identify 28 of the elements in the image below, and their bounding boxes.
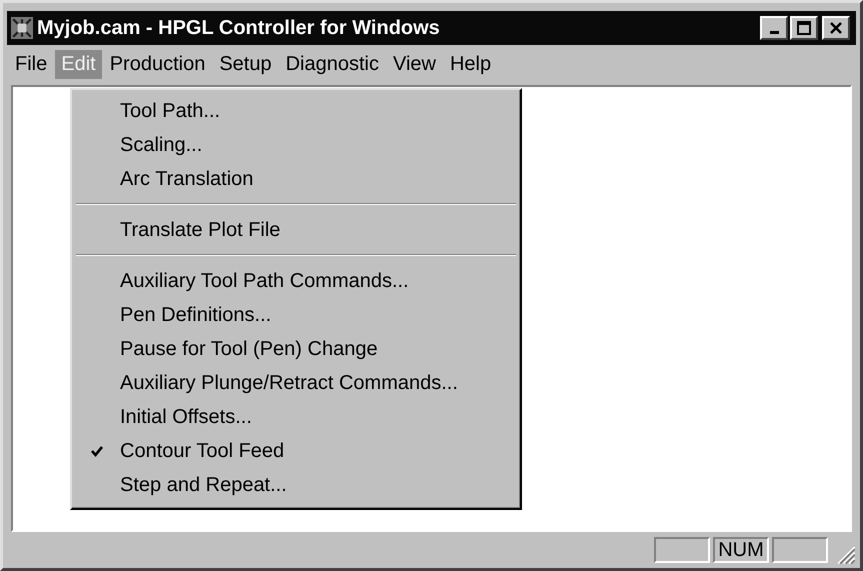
menu-bar-item[interactable]: Production: [104, 50, 212, 78]
maximize-button[interactable]: [790, 16, 818, 40]
app-icon: [11, 17, 33, 39]
menu-bar-item[interactable]: File: [9, 50, 54, 78]
menu-bar-item[interactable]: Help: [444, 50, 498, 78]
menu-item[interactable]: Pen Definitions...: [74, 298, 518, 332]
close-button[interactable]: [822, 16, 850, 40]
status-panel: NUM: [713, 537, 769, 563]
window-title: Myjob.cam - HPGL Controller for Windows: [37, 16, 441, 40]
menu-bar-item[interactable]: View: [386, 50, 442, 78]
menu-item[interactable]: Translate Plot File: [74, 213, 518, 247]
status-panel: [654, 537, 710, 563]
menu-bar-item[interactable]: Setup: [213, 50, 278, 78]
close-icon: [829, 21, 843, 35]
status-panel: [772, 537, 828, 563]
menu-item[interactable]: Scaling...: [74, 128, 518, 162]
menu-item[interactable]: Step and Repeat...: [74, 468, 518, 502]
menu-item[interactable]: Pause for Tool (Pen) Change: [74, 332, 518, 366]
maximize-icon: [797, 21, 811, 35]
menu-item[interactable]: Tool Path...: [74, 94, 518, 128]
menu-bar-item[interactable]: Diagnostic: [280, 50, 385, 78]
menu-item[interactable]: Arc Translation: [74, 162, 518, 196]
menu-item[interactable]: Contour Tool Feed: [74, 434, 518, 468]
minimize-button[interactable]: [760, 16, 788, 40]
menu-item[interactable]: Auxiliary Tool Path Commands...: [74, 264, 518, 298]
menu-item[interactable]: Auxiliary Plunge/Retract Commands...: [74, 366, 518, 400]
minimize-icon: [770, 31, 778, 34]
menu-item[interactable]: Initial Offsets...: [74, 400, 518, 434]
